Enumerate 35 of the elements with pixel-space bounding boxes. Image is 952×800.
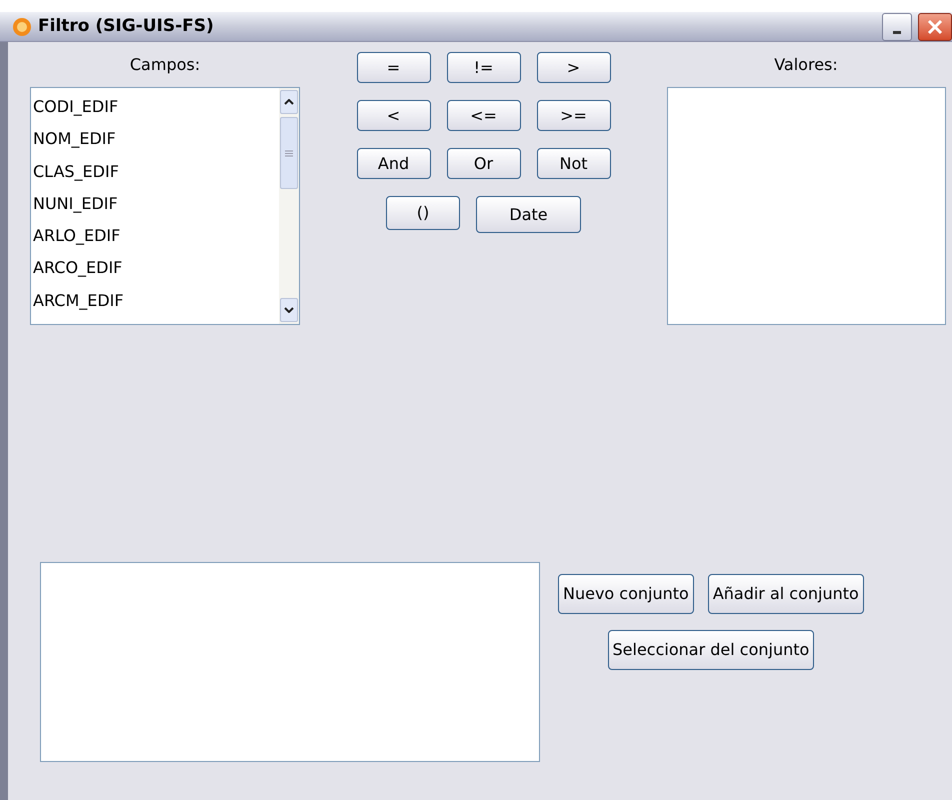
set-button[interactable]: Añadir al conjunto bbox=[708, 574, 864, 614]
operator-button[interactable]: Not bbox=[536, 148, 610, 179]
operator-button[interactable]: < bbox=[356, 100, 430, 131]
operator-button[interactable]: > bbox=[536, 52, 610, 83]
operator-button[interactable]: != bbox=[446, 52, 520, 83]
operator-button[interactable]: >= bbox=[536, 100, 610, 131]
field-item[interactable]: ARLO_EDIF bbox=[33, 220, 279, 252]
close-icon bbox=[927, 18, 943, 34]
scroll-down-button[interactable] bbox=[280, 298, 298, 322]
fields-label: Campos: bbox=[128, 54, 202, 76]
close-button[interactable] bbox=[918, 12, 952, 40]
expression-field[interactable] bbox=[40, 562, 540, 762]
minimize-button[interactable] bbox=[882, 12, 912, 40]
set-button[interactable]: Seleccionar del conjunto bbox=[608, 630, 814, 670]
field-item[interactable]: ARCM_EDIF bbox=[33, 284, 279, 318]
app-logo-icon bbox=[12, 16, 32, 36]
scrollbar[interactable] bbox=[279, 88, 299, 324]
operator-button[interactable]: And bbox=[356, 148, 430, 179]
minimize-icon bbox=[893, 30, 901, 34]
operator-button[interactable]: = bbox=[356, 52, 430, 83]
operator-button[interactable]: <= bbox=[446, 100, 520, 131]
operator-button[interactable]: () bbox=[386, 196, 460, 230]
scroll-thumb[interactable] bbox=[280, 117, 298, 189]
field-item[interactable]: CODI_EDIF bbox=[33, 91, 279, 124]
scroll-up-button[interactable] bbox=[280, 90, 298, 114]
operator-button[interactable]: Date bbox=[476, 196, 581, 233]
field-item[interactable]: ARCO_EDIF bbox=[33, 252, 279, 285]
grip-icon bbox=[285, 150, 293, 156]
set-button[interactable]: Nuevo conjunto bbox=[558, 574, 694, 614]
window-title: Filtro (SIG-UIS-FS) bbox=[38, 14, 214, 38]
operator-button[interactable]: Or bbox=[446, 148, 520, 179]
field-item[interactable]: NOM_EDIF bbox=[33, 123, 279, 156]
values-label: Valores: bbox=[773, 54, 839, 76]
field-item[interactable]: CLAS_EDIF bbox=[33, 156, 279, 188]
field-item[interactable]: NUNI_EDIF bbox=[33, 188, 279, 220]
